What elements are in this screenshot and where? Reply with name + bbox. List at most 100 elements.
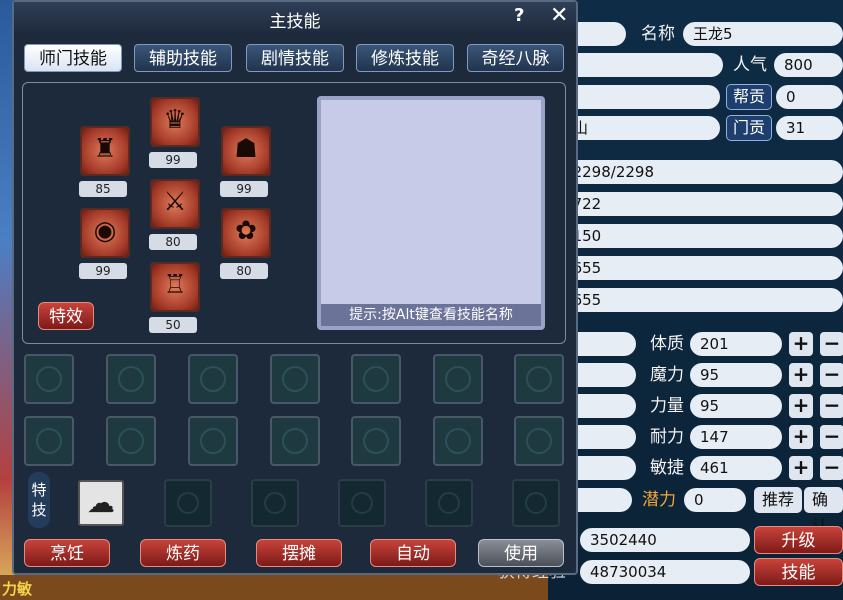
flower-pattern-icon: ✿ (235, 216, 257, 246)
auto-button[interactable]: 自动 (370, 539, 456, 567)
attr-label-strength: 力量 (650, 396, 684, 416)
tab-story-skills[interactable]: 剧情技能 (246, 44, 344, 72)
empty-slot[interactable] (433, 416, 483, 466)
attr-label-endurance: 耐力 (650, 427, 684, 447)
special-slot[interactable] (512, 479, 560, 527)
mp-field: 2/722 (548, 192, 843, 216)
empty-slot[interactable] (24, 354, 74, 404)
minus-button[interactable]: − (820, 394, 843, 418)
empty-slot[interactable] (270, 416, 320, 466)
empty-slot[interactable] (106, 416, 156, 466)
attr-value-strength: 95 (690, 394, 782, 418)
close-icon[interactable]: ✕ (550, 3, 568, 28)
skill-level: 99 (149, 152, 197, 168)
empty-slot[interactable] (433, 354, 483, 404)
minus-button[interactable]: − (820, 425, 843, 449)
potential-field: 0 (684, 488, 746, 512)
empty-slot[interactable] (514, 354, 564, 404)
guild-contrib-field: 0 (776, 85, 843, 109)
attr-value-magic: 95 (690, 363, 782, 387)
tab-cultivation-skills[interactable]: 修炼技能 (356, 44, 454, 72)
plus-button[interactable]: + (789, 363, 813, 387)
skill-slot[interactable]: ♛ (150, 97, 200, 147)
character-panel: 名称 王龙5 人气 800 帮贡 0 陀山 门贡 31 3/2298/2298 … (498, 0, 843, 600)
hp-field: 3/2298/2298 (548, 160, 843, 184)
skill-slot[interactable]: ◉ (80, 208, 130, 258)
name-field: 王龙5 (683, 22, 843, 46)
popularity-label: 人气 (733, 55, 767, 75)
sect-contrib-label[interactable]: 门贡 (726, 115, 773, 141)
tab-sect-skills[interactable]: 师门技能 (24, 44, 122, 72)
title-bar[interactable]: 主技能 ? ✕ (14, 2, 576, 34)
special-slot[interactable] (251, 479, 299, 527)
popularity-field: 800 (774, 53, 843, 77)
special-skill-icon[interactable]: ☁ (78, 480, 124, 526)
skill-level: 50 (149, 317, 197, 333)
exp-needed-field: 48730034 (580, 560, 750, 584)
plus-button[interactable]: + (789, 456, 813, 480)
skill-slot[interactable]: ✿ (221, 208, 271, 258)
empty-slot[interactable] (106, 354, 156, 404)
skill-description-panel: 提示:按Alt键查看技能名称 (317, 96, 545, 330)
skill-level: 99 (79, 263, 127, 279)
special-slot[interactable] (338, 479, 386, 527)
tab-support-skills[interactable]: 辅助技能 (134, 44, 232, 72)
skill-slot[interactable]: ⚔ (150, 179, 200, 229)
empty-slot[interactable] (270, 354, 320, 404)
alchemy-button[interactable]: 炼药 (140, 539, 226, 567)
confirm-button[interactable]: 确认 (804, 487, 843, 535)
recommend-button[interactable]: 推荐 (754, 487, 803, 513)
skill-window: 主技能 ? ✕ 师门技能 辅助技能 剧情技能 修炼技能 奇经八脉 ♜ 85 ♛ … (12, 0, 578, 575)
special-slot[interactable] (425, 479, 473, 527)
help-icon[interactable]: ? (514, 5, 524, 26)
empty-slot[interactable] (188, 354, 238, 404)
stall-button[interactable]: 摆摊 (256, 539, 342, 567)
minus-button[interactable]: − (820, 332, 843, 356)
skill-level: 85 (79, 181, 127, 197)
attr-label-agility: 敏捷 (650, 458, 684, 478)
attr-value-endurance: 147 (690, 425, 782, 449)
skill-level: 99 (220, 181, 268, 197)
skill-level: 80 (149, 234, 197, 250)
hint-text: 提示:按Alt键查看技能名称 (321, 304, 541, 326)
plus-button[interactable]: + (789, 332, 813, 356)
use-button[interactable]: 使用 (478, 539, 564, 567)
potential-label: 潜力 (642, 490, 676, 510)
empty-slot[interactable] (514, 416, 564, 466)
helmet-icon: ♛ (163, 105, 187, 135)
guild-contrib-label[interactable]: 帮贡 (726, 84, 773, 110)
tab-meridians[interactable]: 奇经八脉 (467, 44, 564, 72)
skill-slot[interactable]: ☗ (221, 126, 271, 176)
minus-button[interactable]: − (820, 363, 843, 387)
beast-head-icon: ☗ (234, 134, 258, 164)
skill-slot[interactable]: ♜ (80, 126, 130, 176)
attr-value-agility: 461 (690, 456, 782, 480)
window-title: 主技能 (269, 12, 321, 32)
sect-contrib-field: 31 (776, 116, 843, 140)
minus-button[interactable]: − (820, 456, 843, 480)
energy-field: 7/655 (548, 288, 843, 312)
empty-slot[interactable] (188, 416, 238, 466)
pagoda-icon: ♜ (93, 134, 117, 164)
cooking-button[interactable]: 烹饪 (24, 539, 110, 567)
empty-slot[interactable] (351, 354, 401, 404)
special-slot[interactable] (164, 479, 212, 527)
plus-button[interactable]: + (789, 394, 813, 418)
exp-field: 3502440 (580, 528, 750, 552)
background-text: 力敏 (2, 580, 33, 598)
skill-button[interactable]: 技能 (754, 558, 843, 586)
vitality-field: 0/655 (548, 256, 843, 280)
attr-value-constitution: 201 (690, 332, 782, 356)
empty-slot[interactable] (24, 416, 74, 466)
attr-label-magic: 魔力 (650, 365, 684, 385)
upgrade-button[interactable]: 升级 (754, 526, 843, 554)
name-label: 名称 (641, 24, 675, 44)
empty-slot[interactable] (351, 416, 401, 466)
skill-level: 80 (220, 263, 268, 279)
special-skill-tag: 特技 (28, 472, 50, 528)
fortress-icon: ♖ (163, 270, 187, 300)
skill-slot[interactable]: ♖ (150, 262, 200, 312)
plus-button[interactable]: + (789, 425, 813, 449)
anger-field: 0/150 (548, 224, 843, 248)
effect-button[interactable]: 特效 (38, 302, 94, 330)
